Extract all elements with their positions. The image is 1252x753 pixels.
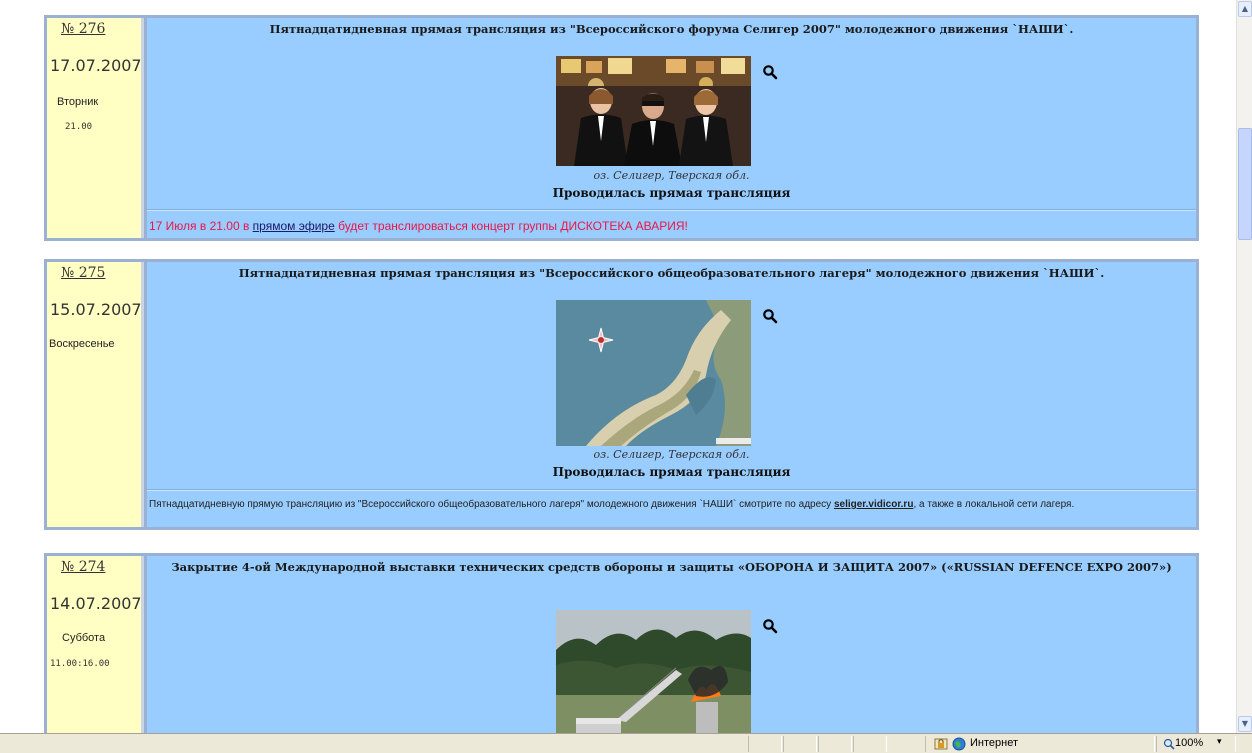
note-text-after: , а также в локальной сети лагеря. — [913, 499, 1075, 510]
zoom-level-value: 100% — [1175, 737, 1204, 749]
entry-date-column: № 275 15.07.2007 Воскресенье — [47, 262, 144, 527]
zoom-magnifier-icon[interactable] — [762, 618, 778, 634]
scrollbar-thumb[interactable] — [1238, 128, 1252, 240]
entry-time: 21.00 — [65, 122, 93, 132]
entry-content: Закрытие 4-ой Международной выставки тех… — [147, 556, 1196, 733]
entry-date-column: № 276 17.07.2007 Вторник 21.00 — [47, 18, 144, 238]
divider — [147, 209, 1196, 211]
note-text-after: будет транслироваться концерт группы ДИС… — [334, 219, 688, 233]
status-segment — [783, 736, 817, 752]
news-entry-275: № 275 15.07.2007 Воскресенье Пятнадцатид… — [44, 259, 1199, 530]
news-entry-276: № 276 17.07.2007 Вторник 21.00 Пятнадцат… — [44, 15, 1199, 241]
note-text-before: Пятнадцатидневную прямую трансляцию из "… — [149, 499, 834, 510]
zoom-dropdown-icon[interactable]: ▾ — [1217, 737, 1222, 747]
entry-title: Пятнадцатидневная прямая трансляция из "… — [238, 266, 1105, 280]
live-broadcast-link[interactable]: прямом эфире — [253, 219, 335, 233]
internet-globe-icon — [952, 737, 966, 751]
entry-time: 11.00:16.00 — [50, 659, 110, 669]
entry-photo[interactable] — [556, 300, 751, 446]
broadcast-status: Проводилась прямая трансляция — [552, 465, 791, 479]
zoom-level-icon — [1163, 738, 1175, 750]
entry-date: 14.07.2007 — [50, 594, 142, 613]
entry-content: Пятнадцатидневная прямая трансляция из "… — [147, 18, 1196, 238]
broadcast-status: Проводилась прямая трансляция — [552, 186, 791, 200]
status-zone[interactable]: Интернет — [925, 736, 1155, 752]
seliger-site-link[interactable]: seliger.vidicor.ru — [834, 499, 913, 510]
divider — [147, 489, 1196, 491]
photo-caption: оз. Селигер, Тверская обл. — [593, 448, 750, 461]
entry-content: Пятнадцатидневная прямая трансляция из "… — [147, 262, 1196, 527]
entry-title: Пятнадцатидневная прямая трансляция из "… — [269, 22, 1074, 36]
note-text-before: 17 Июля в 21.00 в — [149, 219, 253, 233]
entry-title: Закрытие 4-ой Международной выставки тех… — [171, 560, 1172, 574]
zoom-magnifier-icon[interactable] — [762, 64, 778, 80]
entry-weekday: Суббота — [62, 632, 106, 644]
entry-photo[interactable] — [556, 56, 751, 166]
entry-weekday: Воскресенье — [49, 338, 115, 350]
browser-status-bar: Интернет 100% ▾ — [0, 733, 1252, 753]
entry-weekday: Вторник — [57, 96, 99, 108]
photo-caption: оз. Селигер, Тверская обл. — [593, 169, 750, 182]
news-entry-274: № 274 14.07.2007 Суббота 11.00:16.00 Зак… — [44, 553, 1199, 733]
entry-date-column: № 274 14.07.2007 Суббота 11.00:16.00 — [47, 556, 144, 733]
status-segment — [818, 736, 852, 752]
entry-number-link[interactable]: № 275 — [61, 265, 105, 281]
scroll-down-button[interactable]: ▼ — [1238, 716, 1252, 732]
vertical-scrollbar[interactable]: ▲ ▼ — [1236, 0, 1252, 733]
zoom-control[interactable]: 100% ▾ — [1156, 736, 1236, 752]
status-segment — [853, 736, 887, 752]
internet-zone-label: Интернет — [970, 737, 1018, 749]
zoom-magnifier-icon[interactable] — [762, 308, 778, 324]
entry-photo[interactable] — [556, 610, 751, 733]
security-lock-icon — [934, 738, 948, 750]
entry-date: 15.07.2007 — [50, 300, 142, 319]
status-segment — [748, 736, 782, 752]
entry-date: 17.07.2007 — [50, 56, 142, 75]
entry-note: 17 Июля в 21.00 в прямом эфире будет тра… — [149, 219, 1192, 233]
scroll-up-button[interactable]: ▲ — [1238, 1, 1252, 17]
page-viewport: № 276 17.07.2007 Вторник 21.00 Пятнадцат… — [0, 0, 1236, 733]
entry-number-link[interactable]: № 274 — [61, 559, 105, 575]
entry-number-link[interactable]: № 276 — [61, 21, 105, 37]
entry-note: Пятнадцатидневную прямую трансляцию из "… — [149, 499, 1192, 511]
